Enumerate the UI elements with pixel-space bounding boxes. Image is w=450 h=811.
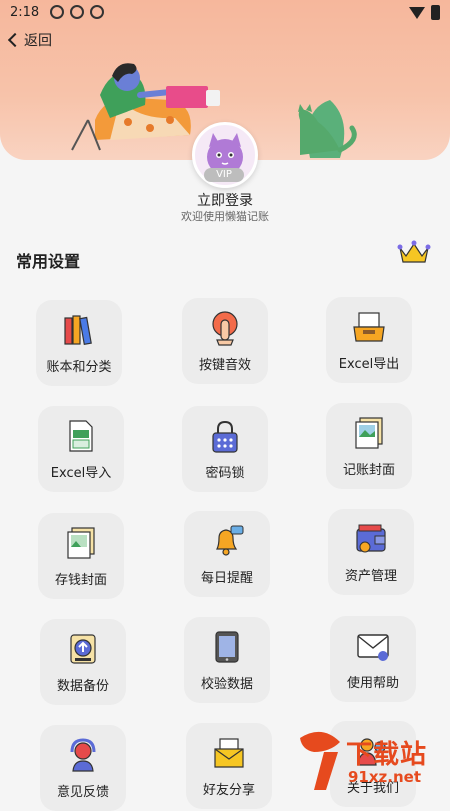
settings-item-password-lock[interactable]: 密码锁 [182,406,268,492]
notification-icons [50,5,104,19]
share-letter-icon [214,738,244,768]
vip-badge: VIP [204,168,244,182]
settings-item-label: 按键音效 [198,358,251,373]
settings-item-books[interactable]: 账本和分类 [36,300,122,386]
settings-item-label: 账本和分类 [46,360,112,375]
notification-icon [70,5,84,19]
settings-item-cover[interactable]: 记账封面 [326,403,412,489]
settings-item-label: 每日提醒 [200,571,253,586]
settings-item-verify-data[interactable]: 校验数据 [184,617,270,703]
settings-item-label: 使用帮助 [346,676,399,691]
settings-item-sound[interactable]: 按键音效 [182,298,268,384]
settings-item-label: 记账封面 [342,463,395,478]
wallet-icon [356,524,386,553]
settings-item-label: 好友分享 [202,783,255,798]
settings-item-label: Excel导出 [338,357,400,372]
lock-icon [212,420,238,453]
watermark: 下载站 91xz.net [294,728,444,794]
battery-icon [431,5,440,20]
savings-cover-icon [67,527,95,559]
headset-icon [70,738,96,772]
settings-item-excel-import[interactable]: Excel导入 [38,406,124,492]
books-icon [64,315,92,346]
status-time: 2:18 [10,5,40,20]
settings-item-label: 存钱封面 [54,573,107,588]
settings-item-help[interactable]: 使用帮助 [330,616,416,702]
back-label: 返回 [24,33,52,49]
mail-help-icon [357,634,389,661]
watermark-url: 91xz.net [348,768,422,786]
crown-icon[interactable] [397,240,431,266]
watermark-logo-icon [300,731,340,790]
notification-icon [50,5,64,19]
settings-item-share[interactable]: 好友分享 [186,723,272,809]
settings-item-feedback[interactable]: 意见反馈 [40,725,126,811]
settings-item-daily-reminder[interactable]: 每日提醒 [184,511,270,597]
wifi-icon [409,6,425,19]
notification-icon [90,5,104,19]
settings-item-savings-cover[interactable]: 存钱封面 [38,513,124,599]
export-tray-icon [353,312,385,342]
back-button[interactable]: 返回 [6,30,52,50]
status-bar: 2:18 [0,0,450,24]
tap-sound-icon [212,311,238,346]
settings-item-excel-export[interactable]: Excel导出 [326,297,412,383]
tablet-icon [215,631,239,663]
settings-item-label: 意见反馈 [56,785,109,800]
settings-item-label: 资产管理 [344,569,397,584]
welcome-text: 欢迎使用懒猫记账 [181,210,269,223]
chevron-left-icon [7,32,23,48]
settings-item-label: 数据备份 [56,679,109,694]
settings-item-label: 密码锁 [205,466,245,481]
settings-item-backup[interactable]: 数据备份 [40,619,126,705]
settings-item-label: 校验数据 [200,677,253,692]
excel-file-icon [69,420,93,452]
watermark-text: 下载站 [346,740,428,770]
cover-image-icon [355,417,383,449]
login-link[interactable]: 立即登录 [0,190,450,210]
settings-item-label: Excel导入 [50,466,112,481]
bell-icon [216,525,244,556]
settings-item-assets[interactable]: 资产管理 [328,509,414,595]
section-title: 常用设置 [16,252,81,271]
system-icons [409,5,440,20]
backup-icon [70,634,96,664]
